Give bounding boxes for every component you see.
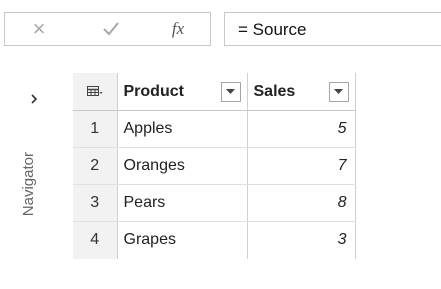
data-preview-grid: Product Sales 1 Apples 5 2 Oranges 7 3 P…	[73, 73, 356, 259]
column-header-product[interactable]: Product	[116, 73, 247, 111]
chevron-down-icon	[334, 88, 343, 94]
table-menu-button[interactable]	[73, 73, 117, 111]
column-filter-button[interactable]	[220, 81, 241, 102]
formula-bar-buttons: × fx	[4, 12, 211, 46]
row-index: 1	[73, 110, 117, 148]
close-icon: ×	[32, 16, 46, 41]
table-row[interactable]: 1 Apples 5	[73, 110, 356, 148]
sales-cell[interactable]: 3	[246, 221, 356, 259]
product-cell[interactable]: Oranges	[116, 147, 247, 185]
column-header-sales[interactable]: Sales	[246, 73, 356, 111]
sales-cell[interactable]: 7	[246, 147, 356, 185]
expand-navigator-button[interactable]	[30, 92, 38, 107]
formula-text: = Source	[238, 20, 307, 39]
product-cell[interactable]: Apples	[116, 110, 247, 148]
row-index: 4	[73, 221, 117, 259]
column-header-label: Sales	[253, 82, 296, 100]
table-row[interactable]: 4 Grapes 3	[73, 221, 356, 259]
product-cell[interactable]: Grapes	[116, 221, 247, 259]
checkmark-icon	[103, 22, 119, 36]
product-cell[interactable]: Pears	[116, 184, 247, 222]
chevron-right-icon	[31, 94, 38, 104]
table-row[interactable]: 3 Pears 8	[73, 184, 356, 222]
column-header-label: Product	[123, 82, 184, 100]
table-row[interactable]: 2 Oranges 7	[73, 147, 356, 185]
formula-input[interactable]: = Source	[224, 12, 441, 46]
navigator-label[interactable]: Navigator	[20, 152, 38, 222]
insert-function-button[interactable]: fx	[165, 13, 191, 45]
column-filter-button[interactable]	[328, 81, 349, 102]
commit-formula-button[interactable]	[95, 13, 127, 45]
chevron-down-icon	[226, 88, 235, 94]
table-icon	[86, 85, 103, 96]
row-index: 3	[73, 184, 117, 222]
function-icon: fx	[171, 19, 185, 38]
row-index: 2	[73, 147, 117, 185]
sales-cell[interactable]: 8	[246, 184, 356, 222]
sales-cell[interactable]: 5	[246, 110, 356, 148]
cancel-formula-button[interactable]: ×	[25, 13, 53, 45]
